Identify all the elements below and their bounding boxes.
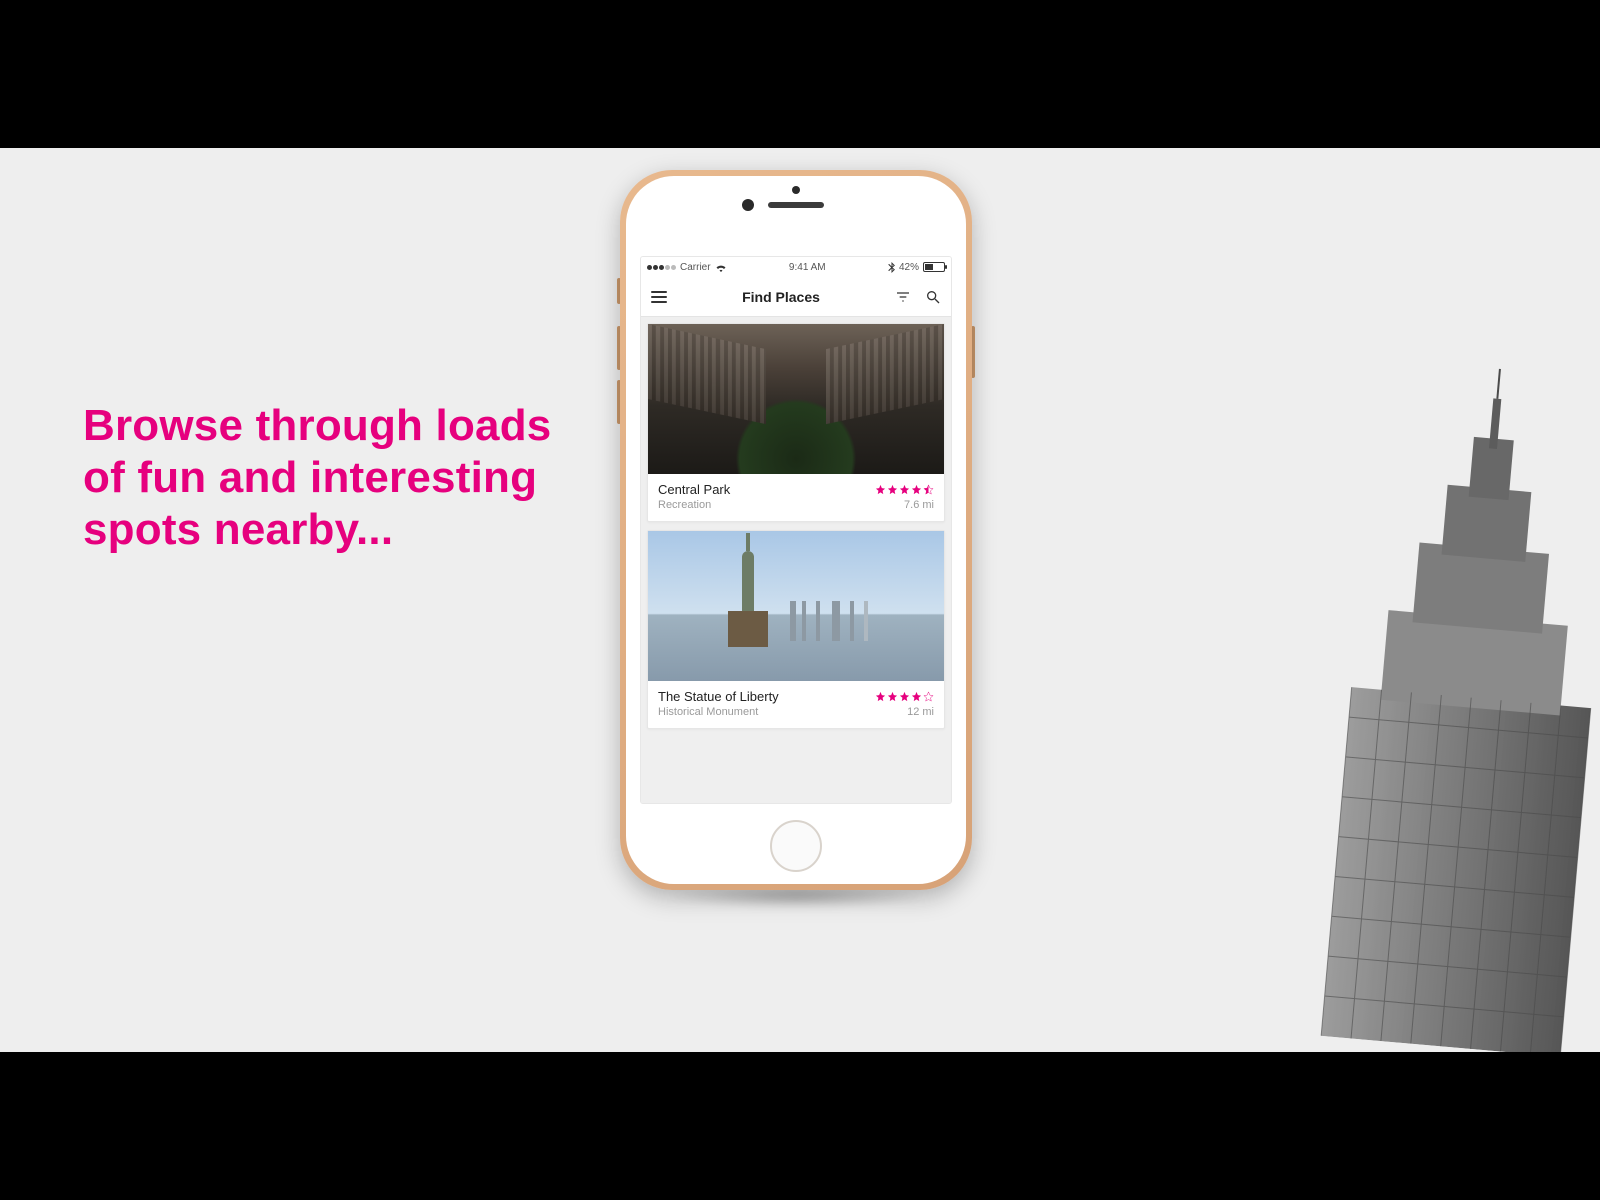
filter-icon[interactable]	[895, 289, 911, 305]
place-distance: 7.6 mi	[904, 499, 934, 511]
menu-icon[interactable]	[651, 291, 667, 303]
home-button[interactable]	[770, 820, 822, 872]
status-bar: Carrier 9:41 AM 42%	[641, 257, 951, 277]
places-list[interactable]: Central Park Recreation 7.6 mi	[641, 317, 951, 803]
marketing-headline: Browse through loads of fun and interest…	[83, 400, 603, 556]
wifi-icon	[715, 263, 727, 272]
battery-icon	[923, 262, 945, 272]
place-distance: 12 mi	[907, 706, 934, 718]
carrier-label: Carrier	[680, 262, 711, 273]
status-time: 9:41 AM	[789, 262, 826, 273]
page-title: Find Places	[742, 289, 820, 305]
place-image	[648, 531, 944, 681]
place-card[interactable]: The Statue of Liberty Historical Monumen…	[647, 530, 945, 729]
bluetooth-icon	[888, 262, 895, 273]
place-category: Historical Monument	[658, 706, 758, 718]
battery-percent: 42%	[899, 262, 919, 273]
place-name: Central Park	[658, 482, 730, 497]
phone-mockup: Carrier 9:41 AM 42% Find Places	[620, 170, 972, 890]
signal-dots-icon	[647, 265, 676, 270]
search-icon[interactable]	[925, 289, 941, 305]
place-card[interactable]: Central Park Recreation 7.6 mi	[647, 323, 945, 522]
place-name: The Statue of Liberty	[658, 689, 779, 704]
empire-state-illustration	[1202, 348, 1600, 1052]
app-screen: Carrier 9:41 AM 42% Find Places	[640, 256, 952, 804]
nav-bar: Find Places	[641, 277, 951, 317]
place-category: Recreation	[658, 499, 711, 511]
rating-stars	[875, 484, 934, 495]
place-image	[648, 324, 944, 474]
rating-stars	[875, 691, 934, 702]
